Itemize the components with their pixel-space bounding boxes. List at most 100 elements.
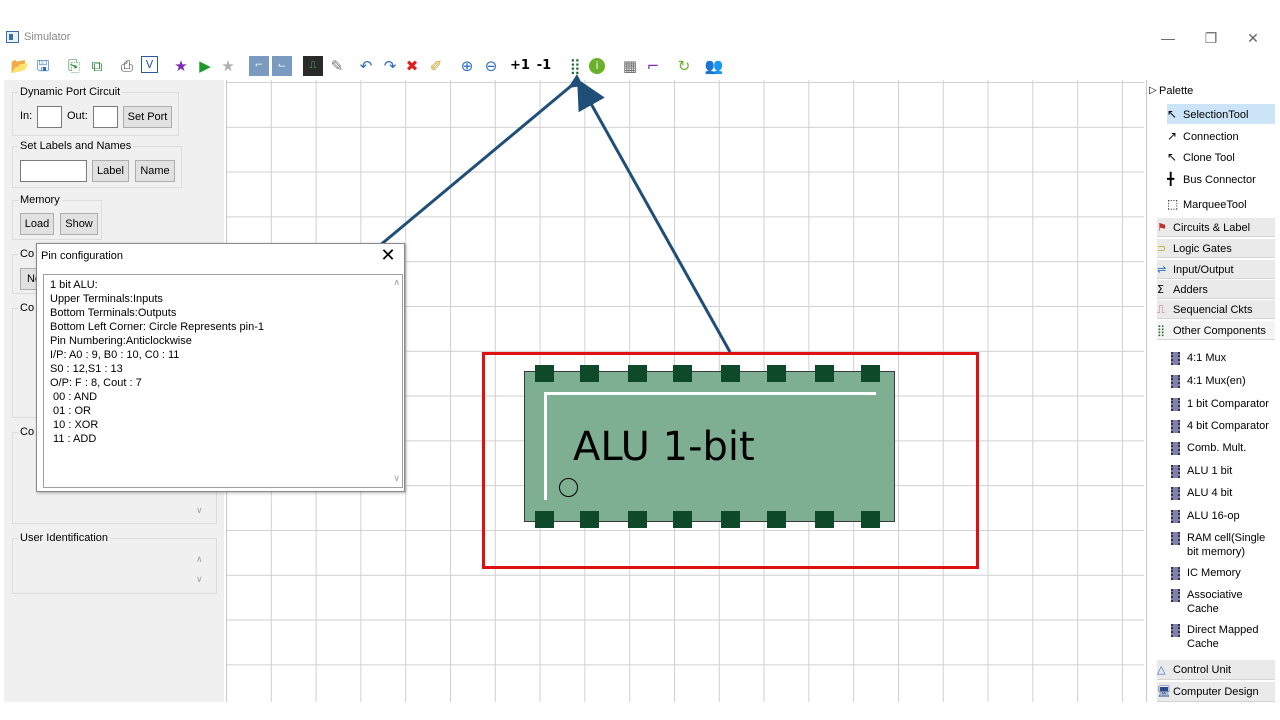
- palette-item[interactable]: 4:1 Mux(en): [1167, 374, 1275, 390]
- bus-connector-tool[interactable]: ╋ Bus Connector: [1167, 169, 1275, 189]
- drawer-sequential[interactable]: ⎍ Sequencial Ckts: [1157, 300, 1275, 319]
- scroll-up-icon[interactable]: ∧: [393, 277, 400, 288]
- chip-icon: [1171, 442, 1180, 455]
- selection-tool[interactable]: ↖ SelectionTool: [1167, 104, 1275, 124]
- palette-item[interactable]: ALU 16-op: [1167, 509, 1275, 525]
- drawer-adders[interactable]: Σ Adders: [1157, 280, 1275, 299]
- input-pin[interactable]: [580, 365, 599, 382]
- output-pin[interactable]: [861, 511, 880, 528]
- computer-icon: 🖥: [1157, 685, 1171, 698]
- in-port-input[interactable]: [37, 106, 62, 128]
- output-pin[interactable]: [628, 511, 647, 528]
- save-icon[interactable]: 🖫: [33, 56, 53, 76]
- plus-one-button[interactable]: +1: [510, 56, 530, 76]
- palette-item[interactable]: IC Memory: [1167, 566, 1275, 582]
- expand-icon[interactable]: ▷: [1149, 85, 1157, 96]
- drawer-other-components[interactable]: ⣿ Other Components: [1157, 321, 1275, 340]
- palette-item[interactable]: 4 bit Comparator: [1167, 419, 1275, 435]
- drawer-control-unit[interactable]: △ Control Unit: [1157, 660, 1275, 680]
- minus-one-button[interactable]: -1: [534, 56, 554, 76]
- info-icon[interactable]: i: [589, 58, 605, 74]
- dialog-line: 10 : XOR: [50, 419, 99, 431]
- chip-icon: [1171, 465, 1180, 478]
- dialog-text-area[interactable]: 1 bit ALU: Upper Terminals:Inputs Bottom…: [43, 274, 403, 488]
- refresh-icon[interactable]: ↻: [674, 56, 694, 76]
- input-pin[interactable]: [767, 365, 786, 382]
- input-pin[interactable]: [673, 365, 692, 382]
- drawer-computer-design[interactable]: 🖥 Computer Design: [1157, 682, 1275, 702]
- out-port-input[interactable]: [93, 106, 118, 128]
- input-pin[interactable]: [535, 365, 554, 382]
- connection-tool[interactable]: ↗ Connection: [1167, 126, 1275, 146]
- output-pin[interactable]: [673, 511, 692, 528]
- grey-star-icon[interactable]: ★: [218, 56, 238, 76]
- pointer-icon: ↖: [1167, 107, 1178, 121]
- palette-item[interactable]: Associative Cache: [1167, 588, 1275, 618]
- timing2-icon[interactable]: ⌙: [272, 56, 292, 76]
- verify-icon[interactable]: V: [141, 56, 158, 73]
- drawer-input-output[interactable]: ⇌ Input/Output: [1157, 260, 1275, 279]
- zoom-out-icon[interactable]: ⊖: [481, 56, 501, 76]
- play-icon[interactable]: ▶: [195, 56, 215, 76]
- export-icon[interactable]: ⎘: [64, 56, 84, 76]
- output-pin[interactable]: [767, 511, 786, 528]
- waveform-icon[interactable]: ⎍: [303, 56, 323, 76]
- scroll-down-icon[interactable]: ∨: [393, 473, 400, 484]
- close-icon[interactable]: ✕: [378, 245, 398, 266]
- edit-icon[interactable]: ✎: [327, 56, 347, 76]
- drawer-circuits-label[interactable]: ⚑ Circuits & Label: [1157, 218, 1275, 237]
- grid-icon[interactable]: ▦: [620, 56, 640, 76]
- close-window-button[interactable]: ✕: [1233, 28, 1273, 48]
- eraser-icon[interactable]: ✐: [426, 56, 446, 76]
- label-name-input[interactable]: [20, 160, 87, 182]
- minimize-button[interactable]: —: [1148, 28, 1188, 48]
- palette-item[interactable]: RAM cell(Single bit memory): [1167, 531, 1275, 561]
- marquee-tool[interactable]: ⬚ MarqueeTool: [1167, 194, 1275, 214]
- clone-tool[interactable]: ↖ Clone Tool: [1167, 147, 1275, 167]
- output-pin[interactable]: [815, 511, 834, 528]
- palette-item[interactable]: 1 bit Comparator: [1167, 397, 1275, 413]
- open-folder-icon[interactable]: 📂: [10, 56, 30, 76]
- input-pin[interactable]: [628, 365, 647, 382]
- timing-icon[interactable]: ⌐: [249, 56, 269, 76]
- dialog-line: Pin Numbering:Anticlockwise: [50, 335, 192, 347]
- print-icon[interactable]: ⎙: [117, 56, 137, 76]
- star-icon[interactable]: ★: [171, 56, 191, 76]
- palette-header[interactable]: ▷ Palette: [1147, 83, 1277, 103]
- show-button[interactable]: Show: [60, 213, 98, 235]
- save-as-icon[interactable]: ⧉: [87, 56, 107, 76]
- undo-icon[interactable]: ↶: [356, 56, 376, 76]
- input-pin[interactable]: [815, 365, 834, 382]
- restore-button[interactable]: ❐: [1191, 28, 1231, 48]
- palette-item[interactable]: Comb. Mult.: [1167, 441, 1275, 457]
- scroll-down-icon[interactable]: ∨: [196, 574, 222, 585]
- pin-config-icon[interactable]: ⣿: [565, 56, 585, 76]
- input-pin[interactable]: [721, 365, 740, 382]
- palette-item[interactable]: ALU 1 bit: [1167, 464, 1275, 480]
- dialog-line: O/P: F : 8, Cout : 7: [50, 377, 142, 389]
- label-button[interactable]: Label: [92, 160, 129, 182]
- sequential-icon: ⎍: [1157, 303, 1165, 316]
- palette-item[interactable]: Direct Mapped Cache: [1167, 623, 1275, 653]
- drawer-logic-gates[interactable]: ⊃ Logic Gates: [1157, 239, 1275, 258]
- chip-icon: [1171, 567, 1180, 580]
- output-pin[interactable]: [580, 511, 599, 528]
- wire-icon[interactable]: ⌐: [643, 56, 663, 76]
- zoom-in-icon[interactable]: ⊕: [457, 56, 477, 76]
- palette-item[interactable]: 4:1 Mux: [1167, 351, 1275, 367]
- output-pin[interactable]: [535, 511, 554, 528]
- gate-icon: ⊃: [1157, 242, 1167, 255]
- users-icon[interactable]: 👥: [704, 56, 724, 76]
- output-pin[interactable]: [721, 511, 740, 528]
- set-port-button[interactable]: Set Port: [123, 106, 172, 128]
- palette-item[interactable]: ALU 4 bit: [1167, 486, 1275, 502]
- load-button[interactable]: Load: [20, 213, 54, 235]
- scroll-up-icon[interactable]: ∧: [196, 554, 222, 565]
- input-pin[interactable]: [861, 365, 880, 382]
- delete-icon[interactable]: ✖: [402, 56, 422, 76]
- scroll-down-icon[interactable]: ∨: [196, 505, 222, 516]
- dialog-line: Bottom Terminals:Outputs: [50, 307, 177, 319]
- alu-chip[interactable]: ALU 1-bit: [524, 371, 895, 522]
- name-button[interactable]: Name: [135, 160, 175, 182]
- redo-icon[interactable]: ↷: [380, 56, 400, 76]
